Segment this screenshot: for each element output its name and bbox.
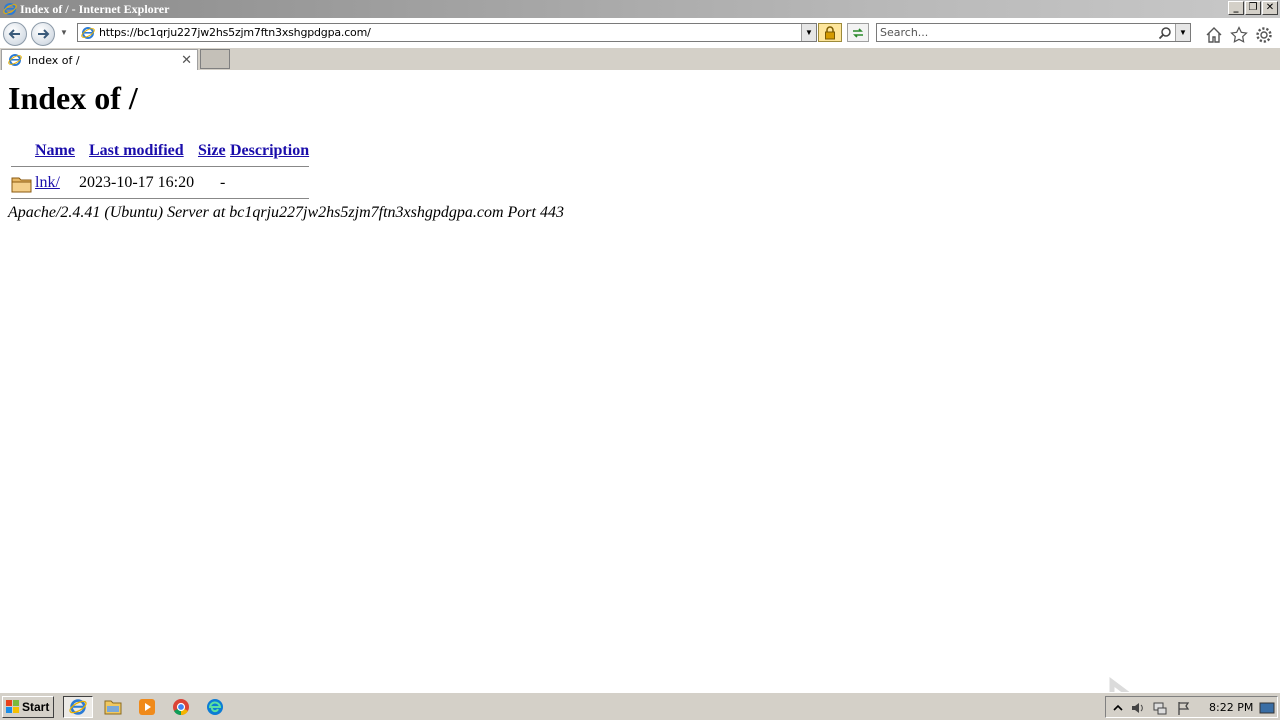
forward-button[interactable] [31,22,55,46]
folder-icon [11,177,32,193]
column-header-size[interactable]: Size [198,142,226,160]
minimize-button[interactable]: _ [1228,1,1244,15]
back-arrow-icon [8,29,20,39]
start-label: Start [22,700,50,714]
server-signature: Apache/2.4.41 (Ubuntu) Server at bc1qrju… [8,204,564,221]
window-title: Index of / - Internet Explorer [20,2,170,16]
internet-explorer-taskbar-icon [69,699,87,715]
media-player-icon [139,699,155,715]
entry-size: - [220,174,226,191]
taskbar-media-player[interactable] [132,696,162,718]
home-icon[interactable] [1205,26,1223,44]
entry-last-modified: 2023-10-17 16:20 [79,174,195,191]
tab-page-icon [8,54,22,66]
taskbar: Start 8:22 PM [0,692,1280,720]
navigation-bar: ▼ https://bc1qrju227jw2hs5zjm7ftn3xshgpd… [0,18,1280,48]
history-dropdown-icon[interactable]: ▼ [60,28,68,37]
start-button[interactable]: Start [2,696,54,718]
show-hidden-icons-icon[interactable] [1110,700,1126,716]
favorites-star-icon[interactable] [1230,26,1248,44]
clock[interactable]: 8:22 PM [1209,701,1253,714]
page-icon [81,27,95,39]
close-tab-icon[interactable]: ✕ [181,52,192,68]
new-tab-button[interactable] [200,49,230,69]
tab-strip: Index of / ✕ [0,48,1280,70]
internet-explorer-icon [3,3,17,15]
title-bar: Index of / - Internet Explorer _ ❐ ✕ [0,0,1280,18]
restore-button[interactable]: ❐ [1245,1,1261,15]
search-icon[interactable] [1158,26,1172,40]
system-tray: 8:22 PM [1105,696,1278,718]
search-box[interactable]: ▼ [876,23,1191,42]
column-header-last-modified[interactable]: Last modified [89,142,184,160]
file-explorer-icon [104,700,122,715]
lock-icon [825,25,835,39]
refresh-icon [853,27,863,38]
taskbar-chrome[interactable] [166,696,196,718]
tab-index-of[interactable]: Index of / ✕ [1,49,198,70]
url-text[interactable]: https://bc1qrju227jw2hs5zjm7ftn3xshgpdgp… [99,26,371,39]
chrome-icon [173,699,189,716]
footer-divider [11,198,309,199]
refresh-button[interactable] [847,23,869,42]
column-header-name[interactable]: Name [35,142,75,160]
tab-label: Index of / [28,54,80,67]
volume-icon[interactable] [1130,700,1146,716]
page-content: Index of / Name Last modified Size Descr… [0,70,1280,720]
settings-gear-icon[interactable] [1255,26,1273,44]
back-button[interactable] [3,22,27,46]
taskbar-internet-explorer[interactable] [63,696,93,718]
page-heading: Index of / [8,80,138,116]
edge-icon [207,699,223,715]
column-header-description[interactable]: Description [230,142,309,160]
windows-logo-icon [6,700,19,713]
security-lock-button[interactable] [818,23,842,42]
header-divider [11,166,309,167]
network-icon[interactable] [1152,700,1168,716]
taskbar-edge[interactable] [200,696,230,718]
forward-arrow-icon [38,29,50,39]
entry-name-link[interactable]: lnk/ [35,174,60,192]
taskbar-file-explorer[interactable] [98,696,128,718]
search-dropdown-icon[interactable]: ▼ [1175,24,1190,41]
search-input[interactable] [880,25,1150,40]
close-window-button[interactable]: ✕ [1262,1,1278,15]
address-dropdown-icon[interactable]: ▼ [801,24,816,41]
address-bar[interactable]: https://bc1qrju227jw2hs5zjm7ftn3xshgpdgp… [77,23,817,42]
action-center-flag-icon[interactable] [1176,700,1192,716]
show-desktop-icon[interactable] [1259,700,1275,716]
